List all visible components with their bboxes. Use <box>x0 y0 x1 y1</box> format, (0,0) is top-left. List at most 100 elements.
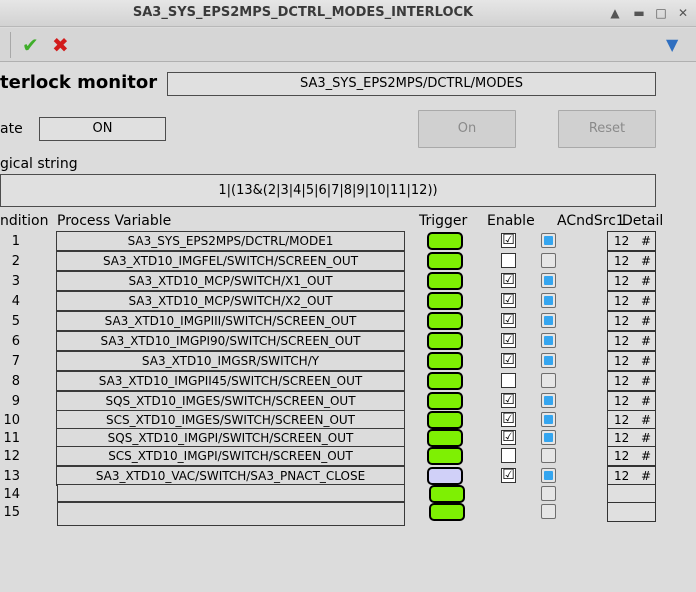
enable-checkbox[interactable]: ☑ <box>501 412 516 427</box>
detail-link[interactable]: # <box>641 467 651 485</box>
trigger-led <box>427 352 463 370</box>
enable-checkbox[interactable] <box>501 448 516 463</box>
cancel-x-icon[interactable]: ✖ <box>52 33 69 57</box>
enable-checkbox[interactable]: ☑ <box>501 353 516 368</box>
enable-checkbox[interactable]: ☑ <box>501 293 516 308</box>
detail-link[interactable]: # <box>641 312 651 330</box>
source-value: 12 <box>614 334 630 348</box>
detail-link[interactable]: # <box>641 292 651 310</box>
detail-field: 12 # <box>607 251 656 271</box>
source-value: 12 <box>614 394 630 408</box>
source-value: 12 <box>614 234 630 248</box>
window-close-icon[interactable]: ✕ <box>674 4 692 22</box>
accept-check-icon[interactable]: ✔ <box>22 33 39 57</box>
window-title: SA3_SYS_EPS2MPS_DCTRL_MODES_INTERLOCK <box>132 5 474 20</box>
trigger-led <box>427 272 463 290</box>
window-maximize-icon[interactable]: □ <box>652 4 670 22</box>
toolbar-separator <box>10 32 11 58</box>
detail-link[interactable]: # <box>641 232 651 250</box>
detail-field: 12 # <box>607 271 656 291</box>
acndsrc1-indicator <box>541 486 556 501</box>
detail-link[interactable]: # <box>641 411 651 429</box>
detail-link[interactable]: # <box>641 429 651 447</box>
toolbar: ✔ ✖ ▼ <box>0 28 696 62</box>
logical-string-field: 1|(13&(2|3|4|5|6|7|8|9|10|11|12)) <box>0 174 656 207</box>
detail-link[interactable]: # <box>641 272 651 290</box>
window-minimize-icon[interactable]: ▬ <box>630 4 648 22</box>
detail-field: 12 # <box>607 351 656 371</box>
condition-number: 13 <box>3 469 20 484</box>
acndsrc1-indicator <box>541 504 556 519</box>
trigger-led <box>427 392 463 410</box>
window-up-icon[interactable]: ▲ <box>606 4 624 22</box>
trigger-led <box>427 232 463 250</box>
download-arrow-icon[interactable]: ▼ <box>666 33 678 57</box>
state-value: ON <box>39 117 166 141</box>
detail-link[interactable]: # <box>641 252 651 270</box>
acndsrc1-indicator <box>541 468 556 483</box>
trigger-led <box>427 252 463 270</box>
detail-link[interactable]: # <box>641 352 651 370</box>
trigger-led <box>427 292 463 310</box>
condition-number: 3 <box>11 274 20 289</box>
detail-field <box>607 484 656 504</box>
condition-number: 6 <box>11 334 20 349</box>
enable-checkbox[interactable]: ☑ <box>501 233 516 248</box>
condition-number: 5 <box>11 314 20 329</box>
source-value: 12 <box>614 254 630 268</box>
header-trigger: Trigger <box>419 213 468 229</box>
trigger-led <box>427 312 463 330</box>
acndsrc1-indicator <box>541 373 556 388</box>
process-variable-field: SCS_XTD10_IMGPI/SWITCH/SCREEN_OUT <box>56 446 405 466</box>
process-variable-field: SA3_XTD10_IMGPII45/SWITCH/SCREEN_OUT <box>56 371 405 391</box>
header-detail: Detail <box>622 213 664 229</box>
process-variable-field: SA3_XTD10_MCP/SWITCH/X2_OUT <box>56 291 405 311</box>
condition-number: 2 <box>11 254 20 269</box>
enable-checkbox[interactable]: ☑ <box>501 393 516 408</box>
acndsrc1-indicator <box>541 430 556 445</box>
enable-checkbox[interactable] <box>501 373 516 388</box>
enable-checkbox[interactable]: ☑ <box>501 333 516 348</box>
condition-number: 14 <box>3 487 20 502</box>
process-variable-field: SA3_XTD10_MCP/SWITCH/X1_OUT <box>56 271 405 291</box>
detail-field: 12 # <box>607 311 656 331</box>
process-variable-field: SA3_XTD10_VAC/SWITCH/SA3_PNACT_CLOSE <box>56 466 405 486</box>
detail-link[interactable]: # <box>641 372 651 390</box>
enable-checkbox[interactable]: ☑ <box>501 468 516 483</box>
process-variable-field: SA3_XTD10_IMGSR/SWITCH/Y <box>56 351 405 371</box>
trigger-led <box>427 332 463 350</box>
on-button[interactable]: On <box>418 110 516 148</box>
acndsrc1-indicator <box>541 273 556 288</box>
condition-number: 9 <box>11 394 20 409</box>
source-value: 12 <box>614 294 630 308</box>
condition-number: 11 <box>3 431 20 446</box>
enable-checkbox[interactable]: ☑ <box>501 273 516 288</box>
source-value: 12 <box>614 354 630 368</box>
process-variable-field: SA3_XTD10_IMGPI90/SWITCH/SCREEN_OUT <box>56 331 405 351</box>
process-variable-field: SQS_XTD10_IMGPI/SWITCH/SCREEN_OUT <box>56 428 405 448</box>
detail-link[interactable]: # <box>641 392 651 410</box>
acndsrc1-indicator <box>541 253 556 268</box>
detail-field: 12 # <box>607 231 656 251</box>
trigger-led <box>427 411 463 429</box>
enable-checkbox[interactable] <box>501 253 516 268</box>
enable-checkbox[interactable]: ☑ <box>501 430 516 445</box>
header-acndsrc1: ACndSrc1 <box>557 213 625 229</box>
process-variable-field: SA3_XTD10_IMGFEL/SWITCH/SCREEN_OUT <box>56 251 405 271</box>
state-label: ate <box>0 121 23 137</box>
reset-button[interactable]: Reset <box>558 110 656 148</box>
detail-link[interactable]: # <box>641 447 651 465</box>
detail-link[interactable]: # <box>641 332 651 350</box>
logical-string-label: gical string <box>0 156 78 172</box>
header-condition: ndition <box>0 213 49 229</box>
detail-field: 12 # <box>607 446 656 466</box>
source-value: 12 <box>614 274 630 288</box>
source-value: 12 <box>614 449 630 463</box>
device-name-field: SA3_SYS_EPS2MPS/DCTRL/MODES <box>167 72 656 96</box>
enable-checkbox[interactable]: ☑ <box>501 313 516 328</box>
source-value: 12 <box>614 413 630 427</box>
detail-field: 12 # <box>607 291 656 311</box>
trigger-led <box>427 447 463 465</box>
detail-field: 12 # <box>607 428 656 448</box>
acndsrc1-indicator <box>541 293 556 308</box>
